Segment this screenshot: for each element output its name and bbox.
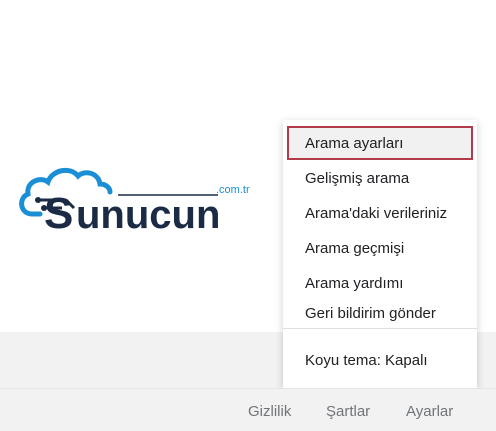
footer-privacy-link[interactable]: Gizlilik	[248, 403, 291, 420]
sunucun-logo: S unucun .com.tr	[18, 164, 254, 238]
menu-item-search-history[interactable]: Arama geçmişi	[283, 232, 477, 266]
menu-item-dark-theme[interactable]: Koyu tema: Kapalı	[283, 344, 477, 378]
footer-terms-link[interactable]: Şartlar	[326, 403, 370, 420]
menu-item-label: Arama ayarları	[305, 135, 404, 152]
menu-item-search-settings[interactable]: Arama ayarları	[287, 126, 473, 160]
cloud-logo-icon: S unucun	[19, 167, 220, 238]
menu-item-your-data[interactable]: Arama'daki verileriniz	[283, 197, 477, 231]
menu-item-search-help[interactable]: Arama yardımı	[283, 267, 477, 301]
logo-tld: .com.tr	[216, 184, 250, 196]
logo-wordmark: unucun	[76, 193, 220, 237]
menu-item-advanced-search[interactable]: Gelişmiş arama	[283, 162, 477, 196]
menu-item-label: Gelişmiş arama	[305, 170, 410, 187]
menu-item-label: Arama yardımı	[305, 275, 404, 292]
menu-item-send-feedback[interactable]: Geri bildirim gönder	[283, 297, 477, 331]
footer: Gizlilik Şartlar Ayarlar	[0, 388, 496, 431]
menu-item-label: Koyu tema: Kapalı	[305, 352, 428, 369]
footer-settings-link[interactable]: Ayarlar	[406, 403, 453, 420]
menu-item-label: Geri bildirim gönder	[305, 305, 436, 322]
menu-divider	[283, 328, 477, 329]
menu-item-label: Arama geçmişi	[305, 240, 405, 257]
logo-s-letter: S	[44, 189, 73, 238]
menu-item-label: Arama'daki verileriniz	[305, 205, 448, 222]
settings-menu: Arama ayarları Gelişmiş arama Arama'daki…	[283, 120, 477, 388]
